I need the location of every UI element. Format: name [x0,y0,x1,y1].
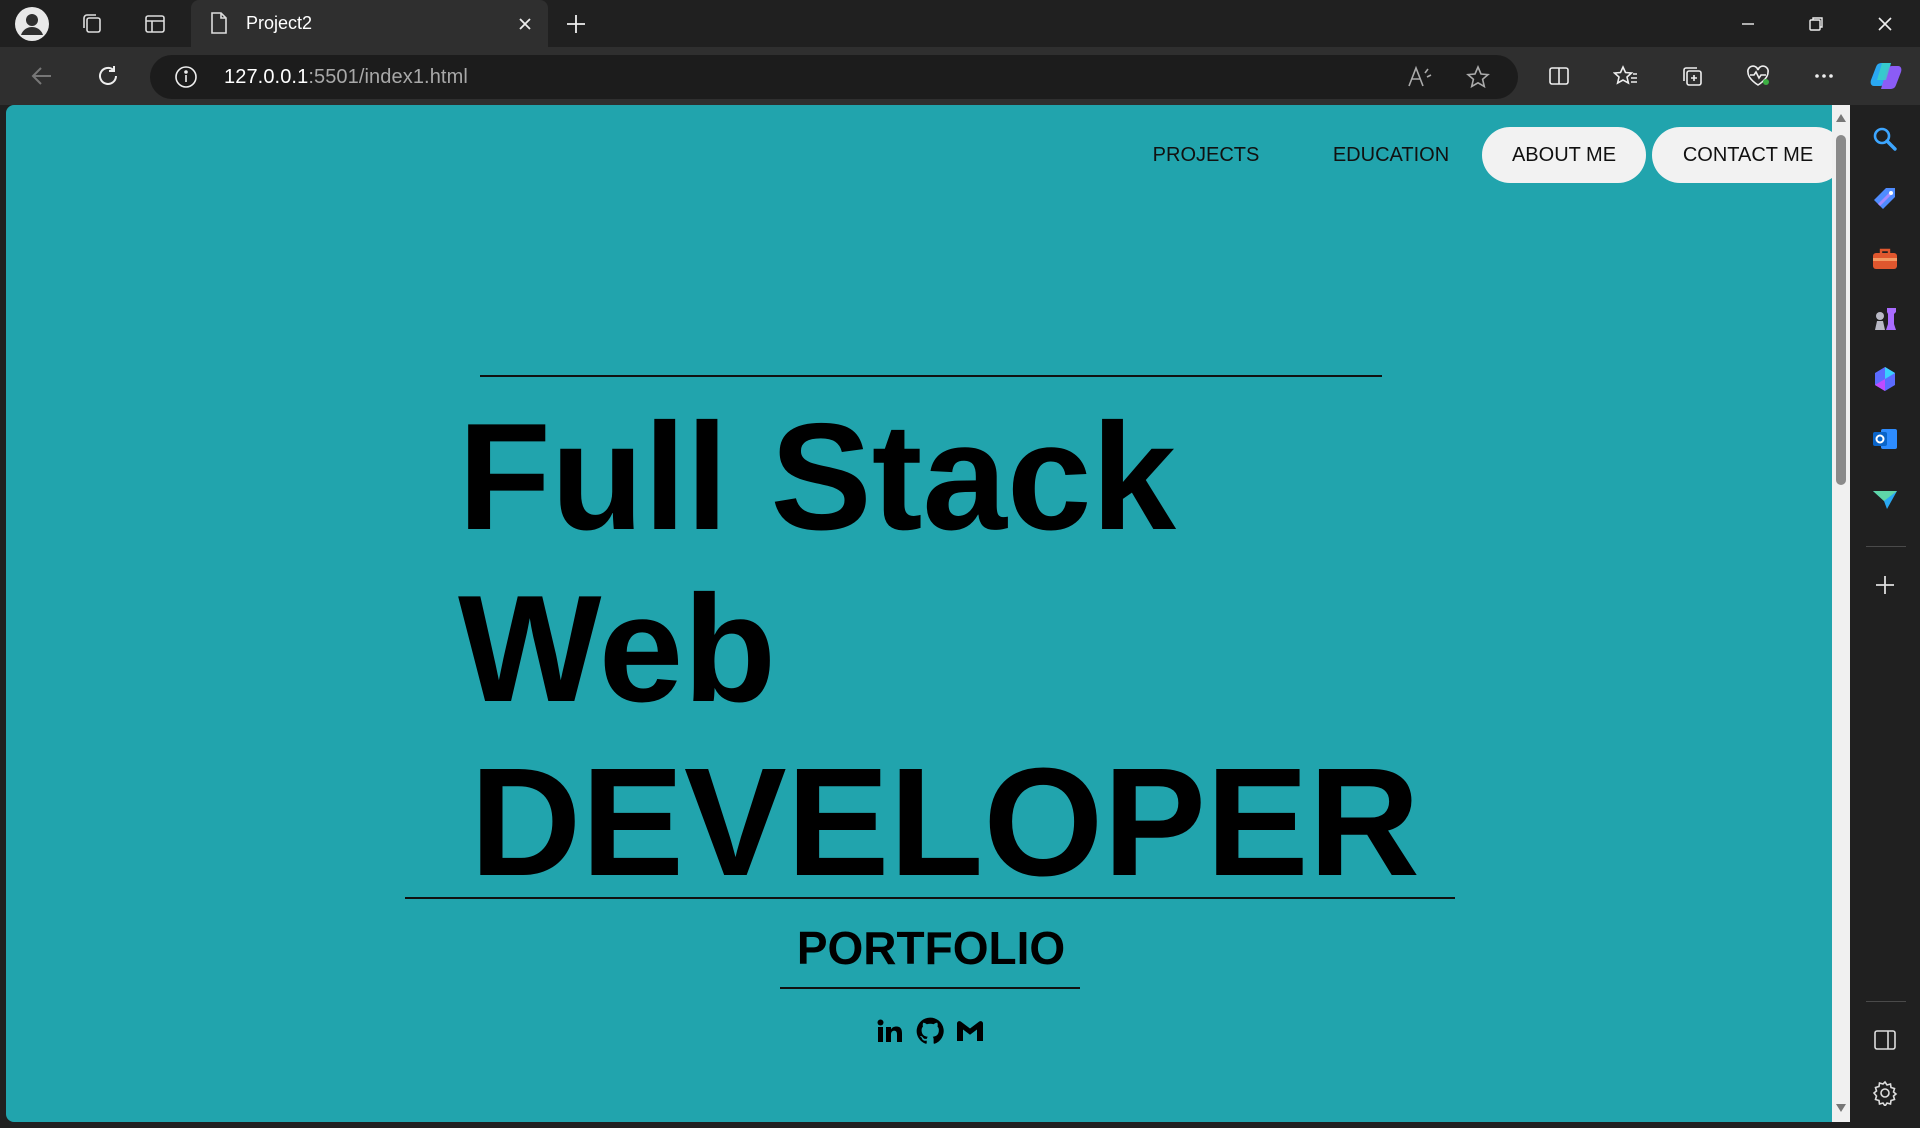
middle-divider [405,897,1455,899]
edge-sidebar [1850,105,1920,1128]
hero-line-developer: DEVELOPER [470,736,1420,908]
nav-contact-me[interactable]: CONTACT ME [1652,127,1832,183]
gmail-icon[interactable] [956,1017,984,1045]
new-tab-icon[interactable] [558,6,594,42]
workspaces-icon[interactable] [74,6,110,42]
nav-projects[interactable]: PROJECTS [1116,127,1296,183]
refresh-icon[interactable] [88,56,128,96]
url-host: 127.0.0.1 [224,66,309,88]
address-bar[interactable]: 127.0.0.1:5501/index1.html [150,55,1518,99]
site-nav: PROJECTS EDUCATION ABOUT ME CONTACT ME [6,127,1832,185]
hero-line-full-stack: Full Stack [458,392,1176,562]
tab-title: Project2 [246,13,313,33]
restore-icon[interactable] [1781,0,1851,47]
settings-gear-icon[interactable] [1867,1075,1903,1111]
portfolio-subtitle: PORTFOLIO [796,922,1066,974]
copilot-icon[interactable] [1866,56,1906,96]
hero-line-web: Web [458,564,777,734]
browser-toolbar: 127.0.0.1:5501/index1.html [0,47,1920,105]
scroll-down-arrow-icon[interactable] [1832,1099,1850,1117]
top-divider [480,375,1382,377]
page-icon [209,11,229,40]
back-icon[interactable] [22,56,62,96]
url-text[interactable]: 127.0.0.1:5501/index1.html [224,66,468,89]
outlook-icon[interactable] [1867,421,1903,457]
minimize-icon[interactable] [1713,0,1783,47]
microsoft-365-icon[interactable] [1867,361,1903,397]
favorites-icon[interactable] [1606,56,1646,96]
favorite-star-icon[interactable] [1466,64,1490,94]
more-menu-icon[interactable] [1804,56,1844,96]
linkedin-icon[interactable] [876,1017,904,1045]
close-window-icon[interactable] [1850,0,1920,47]
nav-about-me[interactable]: ABOUT ME [1482,127,1646,183]
site-info-icon[interactable] [174,65,198,94]
profile-icon[interactable] [14,6,50,42]
url-path: :5501/index1.html [308,66,468,88]
shopping-tag-icon[interactable] [1867,181,1903,217]
tab-actions-icon[interactable] [137,6,173,42]
title-bar: Project2 [0,0,1920,47]
page-viewport: PROJECTS EDUCATION ABOUT ME CONTACT ME F… [6,105,1832,1122]
github-icon[interactable] [916,1017,944,1045]
scroll-up-arrow-icon[interactable] [1832,109,1850,127]
browser-essentials-icon[interactable] [1738,56,1778,96]
sidebar-divider [1866,546,1906,547]
scroll-thumb[interactable] [1836,135,1846,485]
hide-sidebar-icon[interactable] [1867,1022,1903,1058]
sidebar-divider-bottom [1866,1001,1906,1002]
add-sidebar-app-icon[interactable] [1867,567,1903,603]
drop-send-icon[interactable] [1867,481,1903,517]
tools-briefcase-icon[interactable] [1867,241,1903,277]
nav-education[interactable]: EDUCATION [1306,127,1476,183]
search-icon[interactable] [1867,121,1903,157]
close-tab-icon[interactable] [510,9,540,39]
games-chess-icon[interactable] [1867,301,1903,337]
split-screen-icon[interactable] [1539,56,1579,96]
collections-icon[interactable] [1672,56,1712,96]
read-aloud-icon[interactable] [1407,65,1433,94]
social-links [876,1017,984,1045]
page-scrollbar[interactable] [1832,105,1850,1122]
bottom-divider [780,987,1080,989]
tab-project2[interactable]: Project2 [191,0,548,47]
